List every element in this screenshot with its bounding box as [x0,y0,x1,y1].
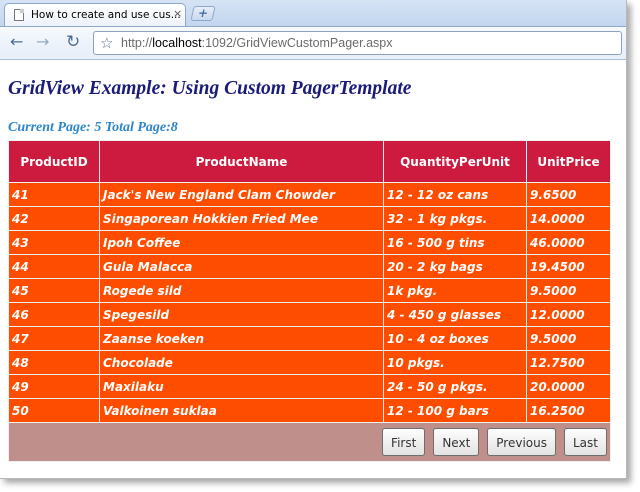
page-title: GridView Example: Using Custom PagerTemp… [8,78,412,99]
page-icon [14,9,24,21]
cell-productid: 50 [8,398,100,423]
tab-title: How to create and use cus... [31,9,181,21]
products-gridview: ProductID ProductName QuantityPerUnit Un… [8,140,611,462]
table-row: 49 Maxilaku 24 - 50 g pkgs. 20.0000 [8,374,611,399]
previous-page-button[interactable]: Previous [487,428,556,456]
next-page-button[interactable]: Next [433,428,480,456]
tab-strip: How to create and use cus... × + [0,0,626,27]
cell-productname: Chocolade [99,350,384,375]
cell-productname: Spegesild [99,302,384,327]
cell-productid: 49 [8,374,100,399]
table-row: 48 Chocolade 10 pkgs. 12.7500 [8,350,611,375]
cell-quantityperunit: 4 - 450 g glasses [383,302,527,327]
cell-quantityperunit: 10 - 4 oz boxes [383,326,527,351]
cell-productname: Maxilaku [99,374,384,399]
cell-unitprice: 12.7500 [526,350,611,375]
url-text[interactable]: http://localhost:1092/GridViewCustomPage… [121,36,392,50]
table-row: 42 Singaporean Hokkien Fried Mee 32 - 1 … [8,206,611,231]
cell-productid: 48 [8,350,100,375]
cell-productid: 46 [8,302,100,327]
browser-toolbar: ← → ↻ ☆ http://localhost:1092/GridViewCu… [0,27,626,60]
table-row: 47 Zaanse koeken 10 - 4 oz boxes 9.5000 [8,326,611,351]
cell-productname: Valkoinen suklaa [99,398,384,423]
page-info: Current Page: 5 Total Page:8 [8,120,178,135]
table-row: 50 Valkoinen suklaa 12 - 100 g bars 16.2… [8,398,611,423]
cell-unitprice: 19.4500 [526,254,611,279]
cell-productname: Zaanse koeken [99,326,384,351]
back-icon[interactable]: ← [10,34,23,50]
cell-quantityperunit: 12 - 12 oz cans [383,182,527,207]
cell-productid: 47 [8,326,100,351]
cell-quantityperunit: 12 - 100 g bars [383,398,527,423]
pager-template: First Next Previous Last [8,422,611,462]
cell-unitprice: 46.0000 [526,230,611,255]
header-productid: ProductID [8,140,100,183]
reload-icon[interactable]: ↻ [66,34,80,51]
cell-productname: Singaporean Hokkien Fried Mee [99,206,384,231]
cell-unitprice: 14.0000 [526,206,611,231]
cell-unitprice: 20.0000 [526,374,611,399]
header-productname: ProductName [99,140,384,183]
table-row: 45 Rogede sild 1k pkg. 9.5000 [8,278,611,303]
cell-unitprice: 16.2500 [526,398,611,423]
cell-unitprice: 9.5000 [526,326,611,351]
table-row: 44 Gula Malacca 20 - 2 kg bags 19.4500 [8,254,611,279]
cell-productname: Gula Malacca [99,254,384,279]
cell-quantityperunit: 1k pkg. [383,278,527,303]
cell-quantityperunit: 16 - 500 g tins [383,230,527,255]
pager-row: First Next Previous Last [8,422,611,462]
cell-quantityperunit: 24 - 50 g pkgs. [383,374,527,399]
cell-productid: 44 [8,254,100,279]
cell-quantityperunit: 32 - 1 kg pkgs. [383,206,527,231]
cell-productid: 45 [8,278,100,303]
bookmark-star-icon[interactable]: ☆ [100,34,113,52]
browser-tab[interactable]: How to create and use cus... × [4,3,186,26]
cell-productname: Jack's New England Clam Chowder [99,182,384,207]
cell-quantityperunit: 10 pkgs. [383,350,527,375]
cell-unitprice: 9.6500 [526,182,611,207]
first-page-button[interactable]: First [382,428,426,456]
cell-quantityperunit: 20 - 2 kg bags [383,254,527,279]
cell-unitprice: 9.5000 [526,278,611,303]
cell-unitprice: 12.0000 [526,302,611,327]
new-tab-button[interactable]: + [190,6,216,21]
last-page-button[interactable]: Last [564,428,607,456]
browser-window: How to create and use cus... × + ← → ↻ ☆… [0,0,627,479]
cell-productid: 42 [8,206,100,231]
cell-productname: Rogede sild [99,278,384,303]
table-row: 46 Spegesild 4 - 450 g glasses 12.0000 [8,302,611,327]
forward-icon[interactable]: → [36,34,49,50]
address-bar[interactable]: ☆ http://localhost:1092/GridViewCustomPa… [93,31,622,55]
cell-productid: 43 [8,230,100,255]
page-content: GridView Example: Using Custom PagerTemp… [0,60,626,478]
header-quantityperunit: QuantityPerUnit [383,140,527,183]
table-row: 41 Jack's New England Clam Chowder 12 - … [8,182,611,207]
grid-header-row: ProductID ProductName QuantityPerUnit Un… [8,140,611,183]
cell-productid: 41 [8,182,100,207]
cell-productname: Ipoh Coffee [99,230,384,255]
header-unitprice: UnitPrice [526,140,611,183]
close-tab-icon[interactable]: × [173,7,182,20]
table-row: 43 Ipoh Coffee 16 - 500 g tins 46.0000 [8,230,611,255]
